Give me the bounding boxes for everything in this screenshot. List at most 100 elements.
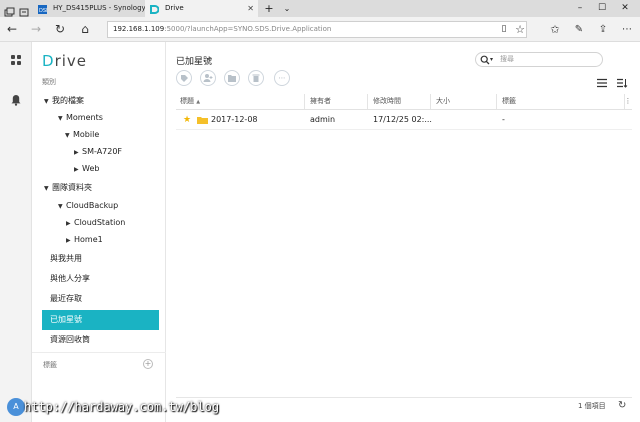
folder-icon bbox=[197, 117, 208, 124]
pen-icon[interactable]: ✎ bbox=[569, 17, 589, 42]
drive-logo-text: rive bbox=[54, 52, 88, 70]
column-separator bbox=[367, 94, 368, 109]
more-actions-icon[interactable]: ⋯ bbox=[274, 70, 290, 86]
tree-item-label: CloudBackup bbox=[66, 201, 119, 210]
search-input[interactable]: ▾ 搜尋 bbox=[475, 52, 603, 67]
header-divider bbox=[176, 109, 632, 110]
tree-item-web[interactable]: ▶ Web bbox=[74, 161, 99, 177]
sort-asc-icon: ▲ bbox=[196, 99, 201, 105]
set-aside-tabs-icon[interactable] bbox=[19, 3, 30, 17]
home-icon[interactable]: ⌂ bbox=[75, 17, 95, 42]
labels-section-label: 標籤 bbox=[43, 361, 57, 369]
caret-down-icon[interactable]: ▼ bbox=[65, 128, 73, 144]
tab-title: HY_DS415PLUS - Synology I bbox=[53, 4, 145, 12]
sidebar-item-recycle-bin[interactable]: 資源回收筒 bbox=[50, 332, 90, 348]
avatar[interactable]: A bbox=[7, 398, 25, 416]
tree-item-home1[interactable]: ▶ Home1 bbox=[66, 232, 103, 248]
column-header-modified[interactable]: 修改時間 bbox=[373, 94, 401, 109]
chevron-down-icon[interactable]: ▾ bbox=[490, 53, 493, 66]
row-owner: admin bbox=[310, 115, 336, 124]
app-rail: A bbox=[0, 42, 32, 422]
row-title[interactable]: 2017-12-08 bbox=[211, 112, 258, 128]
sidebar-item-label: 已加星號 bbox=[50, 315, 82, 324]
share-icon[interactable]: ⇪ bbox=[593, 17, 613, 42]
maximize-icon[interactable]: ☐ bbox=[591, 0, 613, 17]
caret-down-icon[interactable]: ▼ bbox=[58, 111, 66, 127]
footer-divider bbox=[176, 397, 632, 398]
tree-item-label: 團隊資料夾 bbox=[52, 183, 92, 192]
star-icon[interactable]: ★ bbox=[183, 111, 191, 129]
sidebar: Drive 類別 ▼ 我的檔案 ▼ Moments ▼ Mobile ▶ SM-A720… bbox=[32, 42, 166, 422]
tree-item-label: 我的檔案 bbox=[52, 96, 84, 105]
tree-item-label: SM-A720F bbox=[82, 147, 123, 156]
tree-item-label: Home1 bbox=[74, 235, 103, 244]
watermark: http://hardaway.com.tw/blog bbox=[24, 400, 220, 414]
tab-synology[interactable]: DSM HY_DS415PLUS - Synology I bbox=[33, 0, 145, 17]
list-view-icon[interactable] bbox=[596, 73, 608, 88]
caret-right-icon[interactable]: ▶ bbox=[74, 162, 82, 178]
caret-right-icon[interactable]: ▶ bbox=[66, 233, 74, 249]
caret-down-icon[interactable]: ▼ bbox=[44, 181, 52, 197]
tree-item-moments[interactable]: ▼ Moments bbox=[58, 110, 103, 126]
column-header-tag[interactable]: 標籤 bbox=[502, 94, 516, 109]
favorites-hub-icon[interactable]: ✩ bbox=[545, 17, 565, 42]
caret-right-icon[interactable]: ▶ bbox=[66, 216, 74, 232]
divider bbox=[32, 352, 166, 353]
page-title: 已加星號 bbox=[176, 57, 213, 67]
minimize-icon[interactable]: – bbox=[569, 0, 591, 17]
refresh-icon[interactable]: ↻ bbox=[50, 17, 70, 42]
main-panel: 已加星號 ▾ 搜尋 ⋯ 標題 ▲ 擁有者 修改時間 大小 標籤 ⋮ ★ 2017… bbox=[166, 42, 640, 422]
tree-item-team-folders[interactable]: ▼ 團隊資料夾 bbox=[44, 180, 92, 196]
caret-right-icon[interactable]: ▶ bbox=[74, 145, 82, 161]
section-label: 類別 bbox=[42, 78, 56, 86]
new-tab-icon[interactable]: + bbox=[262, 0, 276, 17]
tree-item-cloudbackup[interactable]: ▼ CloudBackup bbox=[58, 198, 118, 214]
refresh-icon[interactable]: ↻ bbox=[618, 399, 626, 413]
tree-item-label: Moments bbox=[66, 113, 103, 122]
sidebar-item-shared-with-me[interactable]: 與我共用 bbox=[50, 251, 82, 267]
column-header-owner[interactable]: 擁有者 bbox=[310, 94, 331, 109]
sidebar-item-recent[interactable]: 最近存取 bbox=[50, 291, 82, 307]
close-icon[interactable]: ✕ bbox=[247, 0, 254, 17]
drive-icon bbox=[150, 4, 160, 14]
drive-logo-mark: D bbox=[42, 52, 55, 70]
move-folder-icon[interactable] bbox=[224, 70, 240, 86]
tab-drive[interactable]: Drive ✕ bbox=[145, 0, 258, 17]
chevron-down-icon[interactable]: ⌄ bbox=[280, 0, 294, 17]
favorite-star-icon[interactable]: ☆ bbox=[510, 17, 530, 42]
column-separator bbox=[430, 94, 431, 109]
sidebar-item-shared-with-others[interactable]: 與他人分享 bbox=[50, 271, 90, 287]
item-count: 1 個項目 bbox=[578, 402, 606, 410]
tag-icon[interactable] bbox=[176, 70, 192, 86]
address-path: :5000/?launchApp=SYNO.SDS.Drive.Applicat… bbox=[164, 25, 332, 33]
tree-item-label: CloudStation bbox=[74, 218, 126, 227]
back-arrow-icon[interactable]: ← bbox=[2, 17, 22, 42]
caret-down-icon[interactable]: ▼ bbox=[58, 199, 66, 215]
column-header-title[interactable]: 標題 ▲ bbox=[180, 94, 200, 109]
tree-item-sm-a720f[interactable]: ▶ SM-A720F bbox=[74, 144, 122, 160]
tree-item-mobile[interactable]: ▼ Mobile bbox=[65, 127, 99, 143]
trash-icon[interactable] bbox=[248, 70, 264, 86]
address-bar[interactable]: 192.168.1.109:5000/?launchApp=SYNO.SDS.D… bbox=[107, 21, 527, 38]
row-divider bbox=[176, 129, 632, 130]
column-header-label: 標題 bbox=[180, 97, 194, 105]
share-user-icon[interactable] bbox=[200, 70, 216, 86]
column-options-icon[interactable]: ⋮ bbox=[624, 94, 632, 109]
row-tag: - bbox=[502, 115, 505, 124]
add-label-icon[interactable]: + bbox=[143, 359, 153, 369]
tree-item-cloudstation[interactable]: ▶ CloudStation bbox=[66, 215, 125, 231]
tab-actions-icon[interactable] bbox=[4, 3, 15, 17]
window-close-icon[interactable]: ✕ bbox=[614, 0, 636, 17]
bell-icon[interactable] bbox=[10, 91, 22, 106]
browser-tab-bar: DSM HY_DS415PLUS - Synology I Drive ✕ + … bbox=[0, 0, 640, 17]
sidebar-item-starred[interactable]: 已加星號 bbox=[42, 310, 159, 330]
column-header-size[interactable]: 大小 bbox=[436, 94, 450, 109]
tree-item-my-files[interactable]: ▼ 我的檔案 bbox=[44, 93, 84, 109]
caret-down-icon[interactable]: ▼ bbox=[44, 94, 52, 110]
forward-arrow-icon[interactable]: → bbox=[26, 17, 46, 42]
search-placeholder: 搜尋 bbox=[500, 55, 514, 63]
column-separator bbox=[496, 94, 497, 109]
more-icon[interactable]: ⋯ bbox=[617, 17, 637, 42]
sort-icon[interactable] bbox=[616, 73, 628, 88]
apps-grid-icon[interactable] bbox=[10, 51, 22, 65]
